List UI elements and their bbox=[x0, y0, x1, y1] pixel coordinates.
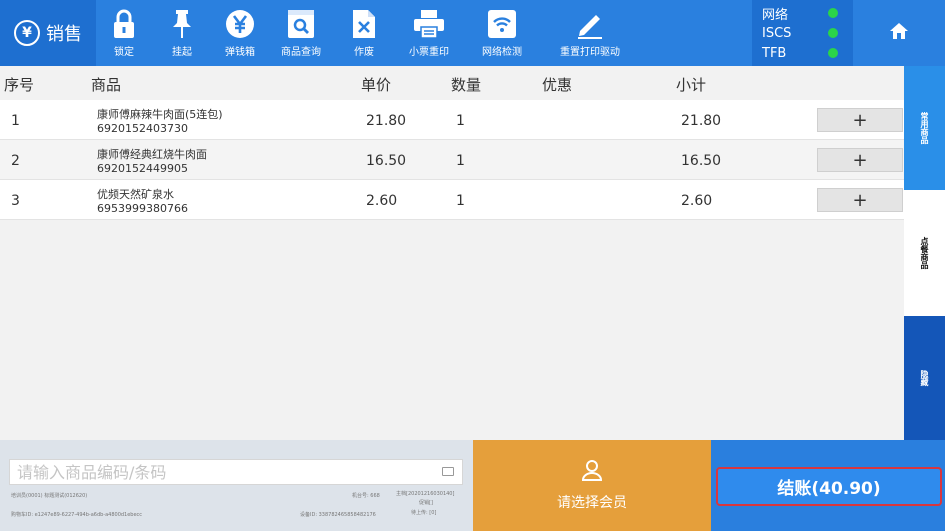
wifi-icon bbox=[486, 8, 518, 40]
search-product-icon bbox=[285, 8, 317, 40]
home-icon bbox=[889, 22, 909, 44]
input-panel: 培训员(0001) 标题测试(012620) 机台号: 668 主档[20201… bbox=[0, 440, 473, 531]
row-qty: 1 bbox=[456, 113, 465, 129]
home-button[interactable] bbox=[853, 0, 945, 66]
status-network-indicator bbox=[828, 8, 838, 18]
app-title: 销售 bbox=[46, 24, 82, 45]
select-member-label: 请选择会员 bbox=[557, 495, 627, 511]
barcode-input-wrapper bbox=[9, 459, 463, 485]
row-qty: 1 bbox=[456, 193, 465, 209]
lock-icon bbox=[108, 8, 140, 40]
toolbar: 锁定 挂起 弹钱箱 商品查询 作废 小票重印 网络检测 重置打印驱动 bbox=[96, 0, 752, 66]
header-qty: 数量 bbox=[451, 76, 482, 94]
row-subtotal: 21.80 bbox=[681, 113, 722, 129]
void-button[interactable]: 作废 bbox=[334, 0, 394, 66]
cash-drawer-button[interactable]: 弹钱箱 bbox=[212, 0, 268, 66]
row-product-name: 康师傅麻辣牛肉面(5连包) bbox=[97, 108, 223, 121]
machine-number: 机台号: 668 bbox=[352, 493, 380, 499]
row-product-code: 6920152403730 bbox=[97, 122, 188, 135]
cash-drawer-label: 弹钱箱 bbox=[225, 47, 255, 58]
row-index: 2 bbox=[11, 153, 20, 169]
status-iscs-indicator bbox=[828, 28, 838, 38]
status-iscs-label: ISCS bbox=[762, 25, 792, 41]
reprint-receipt-button[interactable]: 小票重印 bbox=[394, 0, 464, 66]
hold-label: 挂起 bbox=[172, 47, 192, 58]
reset-printer-driver-button[interactable]: 重置打印驱动 bbox=[540, 0, 640, 66]
row-qty: 1 bbox=[456, 153, 465, 169]
reset-printer-driver-label: 重置打印驱动 bbox=[560, 47, 620, 58]
select-member-button[interactable]: 请选择会员 bbox=[473, 440, 711, 531]
status-tfb-indicator bbox=[828, 48, 838, 58]
status-network-label: 网络 bbox=[762, 7, 789, 23]
top-bar: ¥ 销售 锁定 挂起 弹钱箱 商品查询 作废 小票重印 网络检测 重置打印驱动 … bbox=[0, 0, 945, 66]
product-search-label: 商品查询 bbox=[281, 47, 321, 58]
status-panel: 网络 ISCS TFB bbox=[752, 0, 853, 66]
pin-icon bbox=[166, 8, 198, 40]
row-price: 21.80 bbox=[366, 113, 407, 129]
barcode-input[interactable] bbox=[10, 460, 430, 484]
add-qty-button[interactable]: + bbox=[817, 188, 903, 212]
status-iscs: ISCS bbox=[762, 23, 838, 43]
trainer-info: 培训员(0001) 标题测试(012620) bbox=[11, 493, 88, 499]
row-index: 3 bbox=[11, 193, 20, 209]
row-price: 2.60 bbox=[366, 193, 398, 209]
header-index: 序号 bbox=[4, 76, 35, 94]
status-tfb-label: TFB bbox=[762, 45, 787, 61]
lock-label: 锁定 bbox=[114, 47, 134, 58]
master-version: 主档[20201216030140] bbox=[396, 491, 455, 497]
person-icon bbox=[581, 459, 603, 485]
lock-button[interactable]: 锁定 bbox=[96, 0, 152, 66]
cart-id: 购物车ID: e1247e89-6227-494b-a6db-a4800d1eb… bbox=[11, 512, 143, 518]
void-document-icon bbox=[348, 8, 380, 40]
pending-upload: 待上传: [0] bbox=[411, 510, 437, 516]
promo-info: 促销[] bbox=[419, 500, 433, 506]
row-price: 16.50 bbox=[366, 153, 407, 169]
table-row[interactable]: 1 康师傅麻辣牛肉面(5连包) 6920152403730 21.80 1 + … bbox=[0, 100, 904, 140]
reprint-receipt-label: 小票重印 bbox=[409, 47, 449, 58]
status-network: 网络 bbox=[762, 3, 838, 23]
hold-button[interactable]: 挂起 bbox=[152, 0, 212, 66]
header-subtotal: 小计 bbox=[676, 76, 707, 94]
keyboard-icon[interactable] bbox=[442, 467, 454, 476]
table-row[interactable]: 3 优频天然矿泉水 6953999380766 2.60 1 + 2.60 bbox=[0, 180, 904, 220]
tab-hide[interactable]: 隐藏 bbox=[904, 316, 945, 440]
row-product-name: 康师傅经典红烧牛肉面 bbox=[97, 148, 207, 161]
network-check-label: 网络检测 bbox=[482, 47, 522, 58]
header-product: 商品 bbox=[91, 76, 122, 94]
row-index: 1 bbox=[11, 113, 20, 129]
product-search-button[interactable]: 商品查询 bbox=[268, 0, 334, 66]
cart-table: 序号 商品 单价 数量 优惠 小计 1 康师傅麻辣牛肉面(5连包) 692015… bbox=[0, 66, 904, 440]
void-label: 作废 bbox=[354, 47, 374, 58]
tab-common-products[interactable]: 常用商品 bbox=[904, 66, 945, 190]
checkout-panel: 结账(40.90) bbox=[711, 440, 945, 531]
table-row[interactable]: 2 康师傅经典红烧牛肉面 6920152449905 16.50 1 + 16.… bbox=[0, 140, 904, 180]
add-qty-button[interactable]: + bbox=[817, 148, 903, 172]
tab-ordering-products[interactable]: 点餐商品 bbox=[904, 190, 945, 316]
row-product-code: 6953999380766 bbox=[97, 202, 188, 215]
row-subtotal: 16.50 bbox=[681, 153, 722, 169]
yen-circle-icon: ¥ bbox=[14, 20, 40, 46]
brand: ¥ 销售 bbox=[0, 0, 96, 66]
checkout-button[interactable]: 结账(40.90) bbox=[716, 467, 942, 506]
bottom-bar: 培训员(0001) 标题测试(012620) 机台号: 668 主档[20201… bbox=[0, 440, 945, 531]
yen-drawer-icon bbox=[224, 8, 256, 40]
row-subtotal: 2.60 bbox=[681, 193, 713, 209]
header-discount: 优惠 bbox=[542, 76, 573, 94]
status-tfb: TFB bbox=[762, 43, 838, 63]
row-product-name: 优频天然矿泉水 bbox=[97, 188, 174, 201]
header-price: 单价 bbox=[361, 76, 392, 94]
pencil-icon bbox=[574, 8, 606, 40]
row-product-code: 6920152449905 bbox=[97, 162, 188, 175]
printer-icon bbox=[413, 8, 445, 40]
table-header: 序号 商品 单价 数量 优惠 小计 bbox=[0, 66, 904, 100]
side-tabs: 常用商品 点餐商品 隐藏 bbox=[904, 66, 945, 440]
network-check-button[interactable]: 网络检测 bbox=[464, 0, 540, 66]
device-id: 设备ID: 338782465858482176 bbox=[300, 512, 376, 518]
add-qty-button[interactable]: + bbox=[817, 108, 903, 132]
